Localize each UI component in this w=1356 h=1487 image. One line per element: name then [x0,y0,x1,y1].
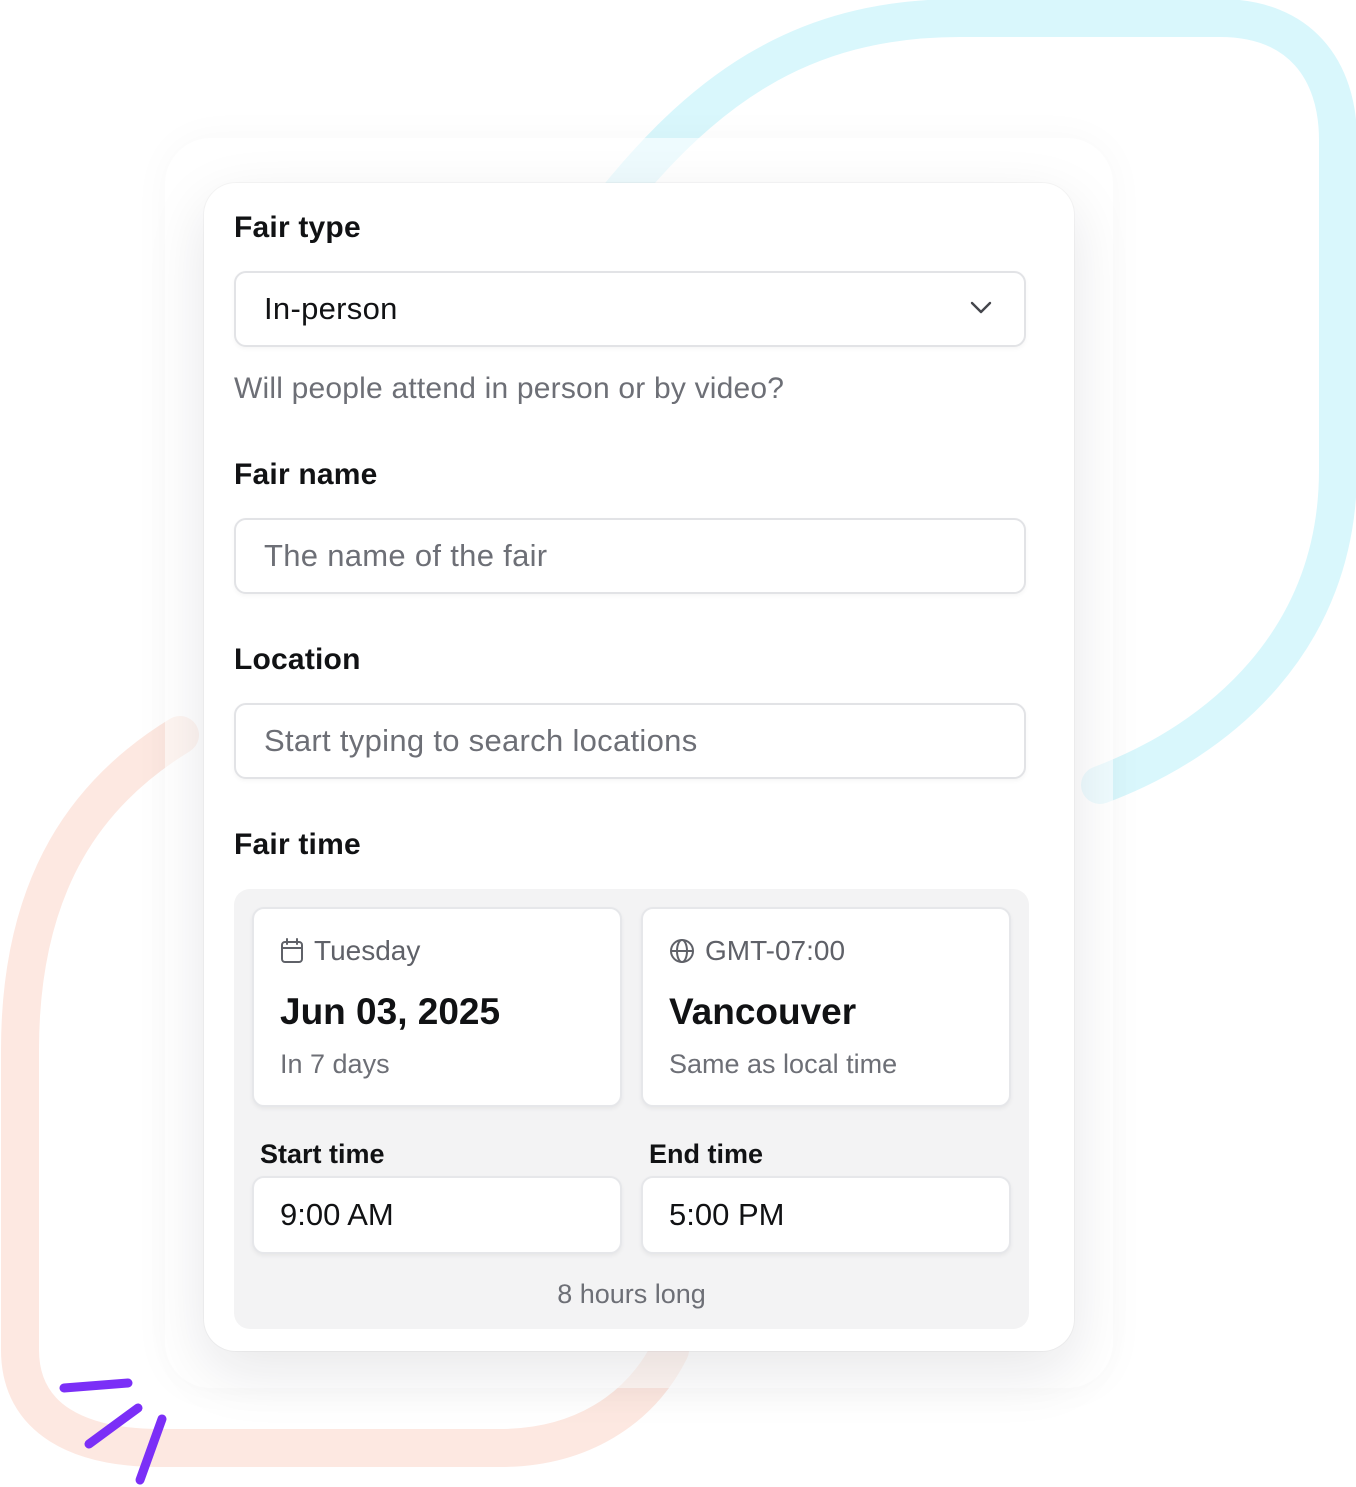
fair-type-help: Will people attend in person or by video… [234,372,785,405]
location-placeholder: Start typing to search locations [264,723,698,758]
date-picker-tile[interactable]: Tuesday Jun 03, 2025 In 7 days [252,907,622,1107]
end-time-input[interactable]: 5:00 PM [641,1176,1011,1254]
end-time-label: End time [649,1139,764,1169]
fair-name-input[interactable]: The name of the fair [234,518,1026,594]
fair-form-card: Fair type In-person Will people attend i… [204,183,1074,1351]
weekday-text: Tuesday [314,935,421,966]
timezone-city: Vancouver [669,991,857,1032]
timezone-picker-tile[interactable]: GMT-07:00 Vancouver Same as local time [641,907,1011,1107]
calendar-icon [281,938,303,963]
duration-text: 8 hours long [557,1279,706,1309]
timezone-offset: GMT-07:00 [705,935,846,966]
fair-time-label: Fair time [234,828,361,861]
fair-time-panel: Tuesday Jun 03, 2025 In 7 days GMT-07:00… [234,889,1029,1329]
fair-type-label: Fair type [234,211,361,244]
start-time-label: Start time [260,1139,385,1169]
location-label: Location [234,643,361,676]
timezone-note: Same as local time [669,1049,898,1079]
start-time-input[interactable]: 9:00 AM [252,1176,622,1254]
location-search-input[interactable]: Start typing to search locations [234,703,1026,779]
fair-type-value: In-person [264,291,398,326]
chevron-down-icon [970,301,992,314]
end-time-value: 5:00 PM [669,1197,785,1232]
date-relative: In 7 days [280,1049,390,1079]
fair-name-label: Fair name [234,458,378,491]
fair-type-select[interactable]: In-person [234,271,1026,347]
globe-icon [670,939,694,963]
date-value: Jun 03, 2025 [280,991,501,1032]
fair-name-placeholder: The name of the fair [264,538,548,573]
start-time-value: 9:00 AM [280,1197,394,1232]
